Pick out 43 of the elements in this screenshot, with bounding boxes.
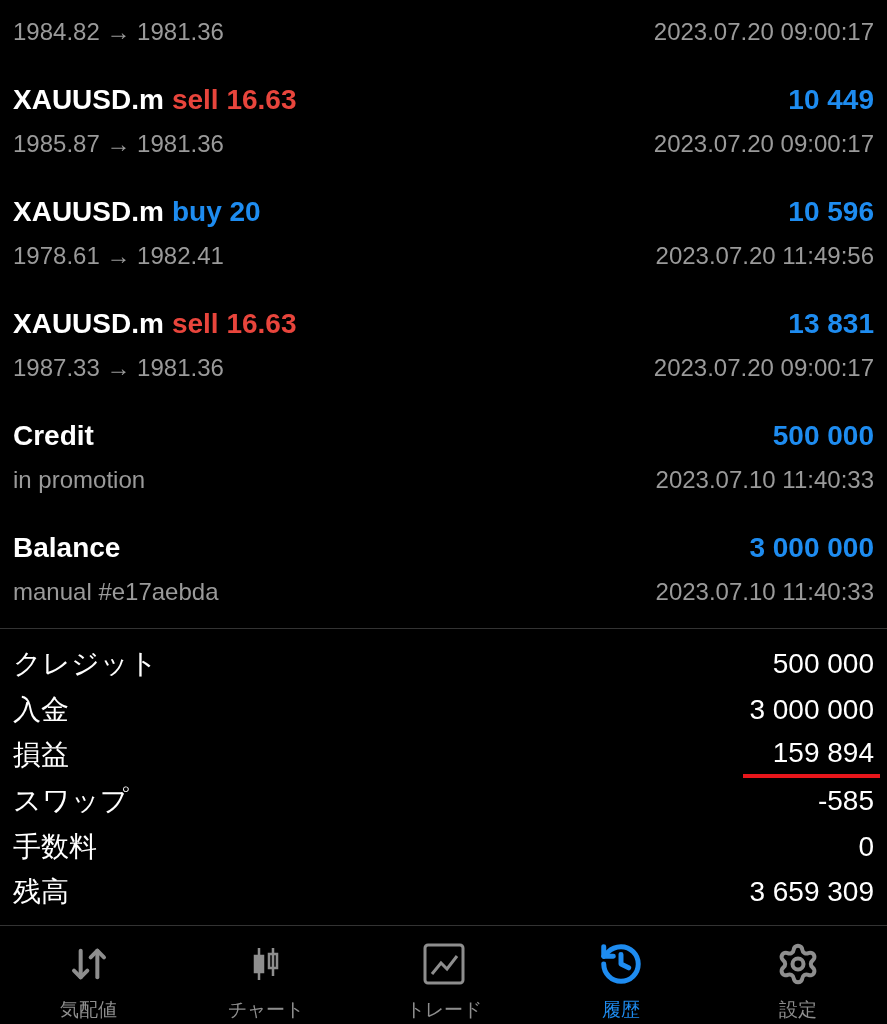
summary-label: 残高 — [13, 875, 69, 910]
tab-button[interactable]: 履歴 — [532, 940, 710, 1024]
tab-button[interactable]: チャート — [177, 940, 355, 1024]
deal-symbol: Balance — [13, 531, 121, 565]
summary-value: 0 — [858, 829, 874, 864]
deal-profit: 500 000 — [772, 419, 874, 453]
deal-profit: 10 449 — [788, 83, 874, 117]
summary-value: 159 894 — [742, 732, 880, 779]
summary-value: -585 — [817, 783, 874, 818]
summary-label: クレジット — [13, 646, 158, 681]
deal-side: buy 20 — [171, 195, 261, 229]
deal-side: sell 16.63 — [171, 307, 297, 341]
summary-label: 損益 — [13, 738, 69, 773]
deal-profit: 13 831 — [788, 307, 874, 341]
deal-time: 2023.07.20 09:00:17 — [653, 17, 874, 47]
deal-prices: manual #e17aebda — [13, 577, 219, 607]
deal-time: 2023.07.20 09:00:17 — [653, 129, 874, 159]
summary-label: 手数料 — [13, 829, 97, 864]
deal-time: 2023.07.10 11:40:33 — [655, 577, 874, 607]
deal-time: 2023.07.10 11:40:33 — [655, 465, 874, 495]
deal-symbol: XAUUSD.m — [13, 307, 164, 341]
summary-value: 500 000 — [772, 646, 874, 681]
deal-prices: in promotion — [13, 465, 146, 495]
deal-prices: 1985.87 → 1981.36 — [13, 129, 224, 159]
line-chart-icon — [421, 942, 466, 987]
tab-button[interactable]: 気配値 — [0, 940, 178, 1024]
deal-prices: 1987.33 → 1981.36 — [13, 353, 224, 383]
deal-profit: 3 000 000 — [749, 531, 874, 565]
deal-symbol: XAUUSD.m — [13, 83, 164, 117]
deal-symbol: Credit — [13, 419, 94, 453]
tab-button[interactable]: 設定 — [709, 940, 887, 1024]
summary-label: スワップ — [13, 783, 129, 818]
deal-time: 2023.07.20 09:00:17 — [653, 353, 874, 383]
summary-value: 3 000 000 — [749, 692, 874, 727]
deal-prices: 1984.82 → 1981.36 — [13, 17, 224, 47]
deal-time: 2023.07.20 11:49:56 — [655, 241, 874, 271]
deal-side: sell 16.63 — [171, 83, 297, 117]
deal-profit: 10 596 — [788, 195, 874, 229]
summary-label: 入金 — [13, 692, 69, 727]
summary-value: 3 659 309 — [749, 875, 874, 910]
tab-button[interactable]: トレード — [354, 940, 533, 1024]
deal-symbol: XAUUSD.m — [13, 195, 164, 229]
deal-prices: 1978.61 → 1982.41 — [13, 241, 224, 271]
